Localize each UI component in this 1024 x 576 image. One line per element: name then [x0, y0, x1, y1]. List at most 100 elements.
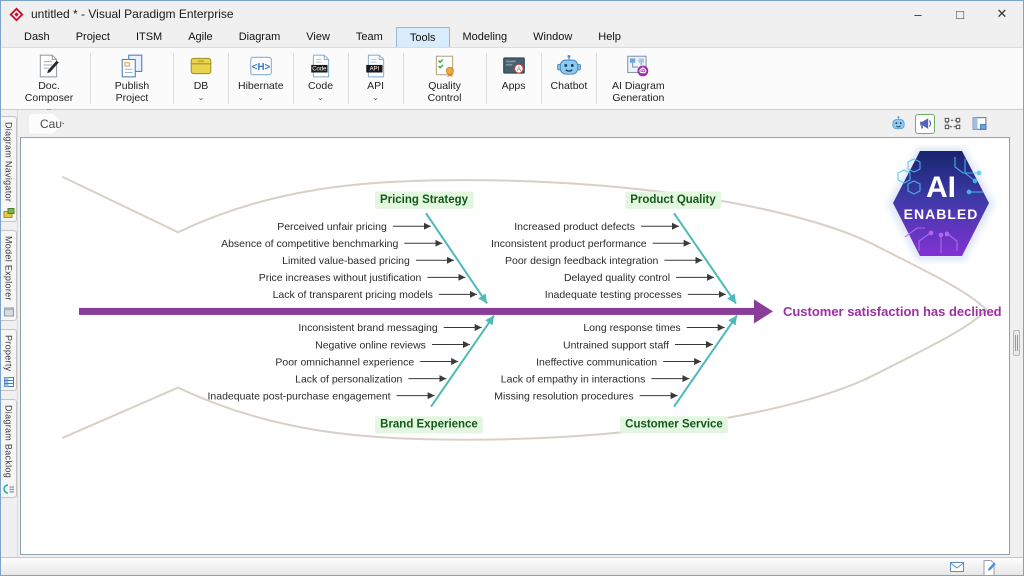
cause-text[interactable]: Missing resolution procedures: [494, 390, 633, 402]
menu-item-diagram[interactable]: Diagram: [226, 27, 294, 47]
category-bone[interactable]: [431, 315, 494, 406]
maximize-button[interactable]: □: [939, 1, 981, 27]
cause-text[interactable]: Delayed quality control: [564, 272, 670, 284]
category-label[interactable]: Customer Service: [625, 419, 723, 431]
toolbar-button-ai-diagram-generation[interactable]: AI Diagram Generation: [600, 50, 676, 107]
right-collapse-strip: [1010, 137, 1023, 557]
sidebar-tab-diagram-navigator[interactable]: Diagram Navigator: [1, 116, 17, 222]
menu-item-modeling[interactable]: Modeling: [450, 27, 521, 47]
toolbar-button-label: Quality Control: [413, 81, 477, 104]
toolbar-button-quality-control[interactable]: Quality Control: [407, 50, 483, 107]
menu-item-agile[interactable]: Agile: [175, 27, 225, 47]
menu-item-view[interactable]: View: [293, 27, 343, 47]
toolbar-button-apps[interactable]: AApps: [490, 50, 538, 107]
category-label[interactable]: Product Quality: [630, 194, 716, 206]
toolbar-button-code[interactable]: CodeCode⌄: [297, 50, 345, 107]
api-icon: API: [363, 53, 389, 79]
menu-item-tools[interactable]: Tools: [396, 27, 450, 47]
doc-composer-icon: [36, 53, 62, 79]
cause-text[interactable]: Lack of empathy in interactions: [501, 373, 646, 385]
cause-text[interactable]: Inconsistent brand messaging: [298, 322, 437, 334]
toolbar-separator: [486, 53, 487, 104]
property-icon: [3, 375, 15, 387]
cause-text[interactable]: Perceived unfair pricing: [277, 221, 387, 233]
toolbar-separator: [293, 53, 294, 104]
sidebar-tab-label: Diagram Navigator: [4, 122, 14, 202]
toolbar-button-api[interactable]: APIAPI⌄: [352, 50, 400, 107]
code-icon: Code: [308, 53, 334, 79]
category-bone[interactable]: [674, 213, 736, 303]
cause-text[interactable]: Negative online reviews: [315, 339, 426, 351]
toolbar-separator: [541, 53, 542, 104]
menu-item-itsm[interactable]: ITSM: [123, 27, 175, 47]
panel-collapse-grip[interactable]: [1013, 330, 1020, 356]
toolbar-button-db[interactable]: DB⌄: [177, 50, 225, 107]
db-icon: [188, 53, 214, 79]
cause-text[interactable]: Untrained support staff: [563, 339, 669, 351]
cause-text[interactable]: Long response times: [583, 322, 680, 334]
cause-text[interactable]: Inadequate post-purchase engagement: [208, 390, 391, 402]
window-title: untitled * - Visual Paradigm Enterprise: [31, 7, 234, 21]
hibernate-icon: <H>: [248, 53, 274, 79]
diagram-tab-bar: Cause and Effect Diagram6: [18, 110, 1023, 137]
diagram-canvas[interactable]: Customer satisfaction has declined Pricin…: [20, 137, 1010, 555]
edit-document-icon[interactable]: [981, 559, 997, 575]
menu-item-window[interactable]: Window: [520, 27, 585, 47]
cause-text[interactable]: Lack of transparent pricing models: [273, 289, 433, 301]
toolbar-button-label: Publish Project: [100, 81, 164, 104]
chatbot-icon: [556, 53, 582, 79]
category-group-product-quality: Product Quality Increased product defects…: [491, 192, 736, 304]
category-label[interactable]: Pricing Strategy: [380, 194, 469, 206]
cause-text[interactable]: Inadequate testing processes: [545, 289, 682, 301]
toolbar-button-label: Chatbot: [551, 81, 588, 93]
toolbar-button-hibernate[interactable]: <H>Hibernate⌄: [232, 50, 290, 107]
toolbar-button-doc-composer[interactable]: Doc. Composer⌄: [11, 50, 87, 107]
app-window: untitled * - Visual Paradigm Enterprise …: [0, 0, 1024, 576]
status-bar: [1, 557, 1023, 575]
title-bar: untitled * - Visual Paradigm Enterprise …: [1, 1, 1023, 27]
cause-text[interactable]: Poor omnichannel experience: [275, 356, 414, 368]
toolbar-button-label: DB: [194, 81, 209, 93]
close-button[interactable]: ✕: [981, 1, 1023, 27]
svg-text:A: A: [516, 66, 521, 73]
cause-text[interactable]: Absence of competitive benchmarking: [221, 238, 398, 250]
minimize-button[interactable]: –: [897, 1, 939, 27]
toolbar-button-chatbot[interactable]: Chatbot: [545, 50, 594, 107]
fit-selection-icon[interactable]: [942, 114, 962, 134]
model-explorer-icon: [3, 305, 15, 317]
cause-text[interactable]: Price increases without justification: [259, 272, 422, 284]
mail-icon[interactable]: [949, 559, 965, 575]
menu-item-project[interactable]: Project: [63, 27, 123, 47]
ai-enabled-badge: AI ENABLED: [885, 145, 997, 265]
menu-item-team[interactable]: Team: [343, 27, 396, 47]
toolbar-separator: [596, 53, 597, 104]
sidebar-tab-property[interactable]: Property: [1, 329, 17, 391]
toolbar-separator: [228, 53, 229, 104]
effect-text[interactable]: Customer satisfaction has declined: [783, 304, 1002, 319]
toolbar-button-label: Code: [308, 81, 333, 93]
sidebar-tab-diagram-backlog[interactable]: Diagram Backlog: [1, 399, 17, 498]
sidebar-tab-model-explorer[interactable]: Model Explorer: [1, 230, 17, 321]
chevron-down-icon: ⌄: [257, 94, 264, 102]
spine-arrow[interactable]: [79, 299, 773, 323]
cause-text[interactable]: Limited value-based pricing: [282, 255, 410, 267]
window-controls: –□✕: [897, 1, 1023, 27]
cause-text[interactable]: Inconsistent product performance: [491, 238, 647, 250]
category-group-pricing-strategy: Pricing Strategy Perceived unfair pricing…: [221, 192, 487, 304]
chatbot-mini-icon[interactable]: [888, 114, 908, 134]
cause-text[interactable]: Poor design feedback integration: [505, 255, 658, 267]
cause-text[interactable]: Increased product defects: [514, 221, 635, 233]
cause-text[interactable]: Lack of personalization: [295, 373, 402, 385]
apps-icon: A: [501, 53, 527, 79]
category-bone[interactable]: [674, 315, 737, 406]
category-bone[interactable]: [426, 213, 487, 303]
cause-text[interactable]: Ineffective communication: [536, 356, 657, 368]
category-label[interactable]: Brand Experience: [380, 419, 478, 431]
announcement-icon[interactable]: [915, 114, 935, 134]
diagram-tab-label: Cause and Effect Diagram6: [40, 117, 187, 131]
panel-layout-icon[interactable]: [969, 114, 989, 134]
menu-item-help[interactable]: Help: [585, 27, 634, 47]
toolbar-button-publish-project[interactable]: Publish Project: [94, 50, 170, 107]
ribbon-toolbar: Doc. Composer⌄Publish ProjectDB⌄<H>Hiber…: [1, 48, 1023, 110]
menu-item-dash[interactable]: Dash: [11, 27, 63, 47]
